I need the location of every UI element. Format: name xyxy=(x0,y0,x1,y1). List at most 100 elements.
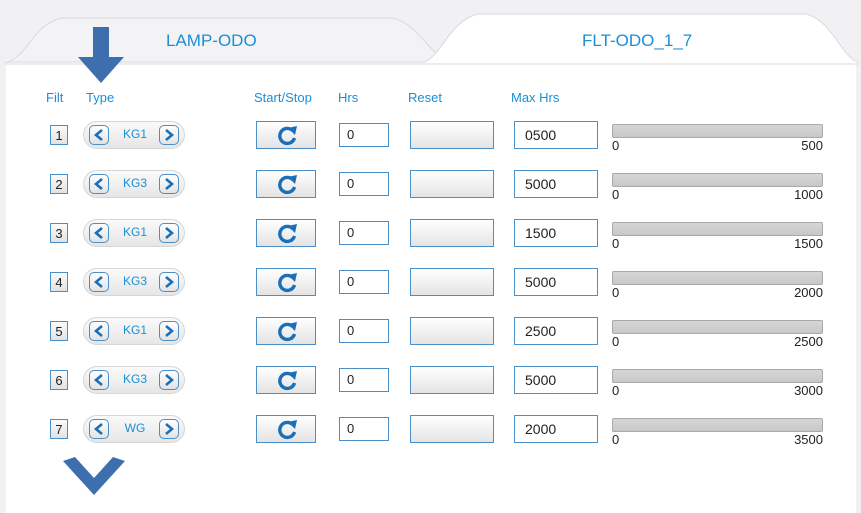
progress-max-label: 2500 xyxy=(794,334,823,349)
chevron-right-icon xyxy=(165,374,174,386)
type-value: KG3 xyxy=(122,274,147,288)
start-stop-button[interactable] xyxy=(256,366,316,394)
chevron-right-icon xyxy=(165,129,174,141)
header-start-stop: Start/Stop xyxy=(254,90,312,105)
hrs-field[interactable]: 0 xyxy=(339,368,389,392)
max-hrs-field[interactable]: 5000 xyxy=(514,170,598,198)
type-prev-button[interactable] xyxy=(89,174,109,194)
max-hrs-field[interactable]: 2500 xyxy=(514,317,598,345)
type-selector: KG1 xyxy=(83,219,185,247)
progress-min-label: 0 xyxy=(612,334,620,349)
progress-min-label: 0 xyxy=(612,187,620,202)
chevron-left-icon xyxy=(94,276,103,288)
filter-row: 1 KG1 0 0500 0 500 xyxy=(0,121,861,166)
type-next-button[interactable] xyxy=(159,370,179,390)
type-prev-button[interactable] xyxy=(89,419,109,439)
type-prev-button[interactable] xyxy=(89,272,109,292)
hrs-field[interactable]: 0 xyxy=(339,270,389,294)
refresh-icon xyxy=(278,371,297,391)
hrs-field[interactable]: 0 xyxy=(339,319,389,343)
reset-button[interactable] xyxy=(410,121,494,149)
reset-button[interactable] xyxy=(410,415,494,443)
progress-max-label: 3500 xyxy=(794,432,823,447)
max-hrs-field[interactable]: 5000 xyxy=(514,268,598,296)
header-max-hrs: Max Hrs xyxy=(511,90,560,105)
progress-min-label: 0 xyxy=(612,138,620,153)
type-prev-button[interactable] xyxy=(89,223,109,243)
chevron-left-icon xyxy=(94,227,103,239)
start-stop-button[interactable] xyxy=(256,170,316,198)
filter-row: 5 KG1 0 2500 0 2500 xyxy=(0,317,861,362)
reset-button[interactable] xyxy=(410,366,494,394)
chevron-left-icon xyxy=(94,374,103,386)
chevron-right-icon xyxy=(165,325,174,337)
progress-bar xyxy=(612,124,823,138)
type-prev-button[interactable] xyxy=(89,370,109,390)
hrs-field[interactable]: 0 xyxy=(339,172,389,196)
reset-button[interactable] xyxy=(410,219,494,247)
start-stop-button[interactable] xyxy=(256,317,316,345)
type-prev-button[interactable] xyxy=(89,321,109,341)
refresh-icon xyxy=(278,273,297,293)
type-selector: KG3 xyxy=(83,268,185,296)
reset-button[interactable] xyxy=(410,268,494,296)
filter-number: 6 xyxy=(50,370,68,390)
chevron-left-icon xyxy=(94,129,103,141)
reset-button[interactable] xyxy=(410,170,494,198)
type-next-button[interactable] xyxy=(159,419,179,439)
max-hrs-field[interactable]: 5000 xyxy=(514,366,598,394)
reset-button[interactable] xyxy=(410,317,494,345)
type-next-button[interactable] xyxy=(159,125,179,145)
type-selector: KG1 xyxy=(83,121,185,149)
header-hrs: Hrs xyxy=(338,90,359,105)
progress-max-label: 1000 xyxy=(794,187,823,202)
progress-max-label: 3000 xyxy=(794,383,823,398)
start-stop-button[interactable] xyxy=(256,121,316,149)
start-stop-button[interactable] xyxy=(256,268,316,296)
arrow-down-icon[interactable] xyxy=(76,27,126,85)
type-selector: WG xyxy=(83,415,185,443)
progress-bar xyxy=(612,271,823,285)
progress-max-label: 500 xyxy=(801,138,823,153)
hrs-field[interactable]: 0 xyxy=(339,123,389,147)
type-value: WG xyxy=(124,421,146,435)
filter-number: 5 xyxy=(50,321,68,341)
type-selector: KG3 xyxy=(83,366,185,394)
type-value: KG3 xyxy=(122,176,147,190)
header-type: Type xyxy=(86,90,115,105)
filter-row: 2 KG3 0 5000 0 1000 xyxy=(0,170,861,215)
progress-min-label: 0 xyxy=(612,285,620,300)
type-next-button[interactable] xyxy=(159,272,179,292)
max-hrs-field[interactable]: 2000 xyxy=(514,415,598,443)
max-hrs-field[interactable]: 1500 xyxy=(514,219,598,247)
tab-lamp-odo[interactable]: LAMP-ODO xyxy=(166,31,257,51)
tab-strip xyxy=(5,13,859,65)
progress-bar xyxy=(612,173,823,187)
progress-max-label: 1500 xyxy=(794,236,823,251)
refresh-icon xyxy=(278,126,297,146)
type-selector: KG1 xyxy=(83,317,185,345)
hrs-field[interactable]: 0 xyxy=(339,417,389,441)
hrs-field[interactable]: 0 xyxy=(339,221,389,245)
refresh-icon xyxy=(278,175,297,195)
type-value: KG1 xyxy=(122,225,147,239)
start-stop-button[interactable] xyxy=(256,219,316,247)
progress-min-label: 0 xyxy=(612,432,620,447)
refresh-icon xyxy=(278,322,297,342)
progress-bar xyxy=(612,320,823,334)
filter-row: 6 KG3 0 5000 0 3000 xyxy=(0,366,861,411)
refresh-icon xyxy=(278,224,297,244)
chevron-down-icon[interactable] xyxy=(63,457,125,497)
tab-flt-odo[interactable]: FLT-ODO_1_7 xyxy=(582,31,692,51)
type-prev-button[interactable] xyxy=(89,125,109,145)
chevron-right-icon xyxy=(165,423,174,435)
type-next-button[interactable] xyxy=(159,321,179,341)
type-selector: KG3 xyxy=(83,170,185,198)
type-next-button[interactable] xyxy=(159,223,179,243)
filter-number: 2 xyxy=(50,174,68,194)
filter-number: 3 xyxy=(50,223,68,243)
type-next-button[interactable] xyxy=(159,174,179,194)
filter-row: 4 KG3 0 5000 0 2000 xyxy=(0,268,861,313)
max-hrs-field[interactable]: 0500 xyxy=(514,121,598,149)
start-stop-button[interactable] xyxy=(256,415,316,443)
